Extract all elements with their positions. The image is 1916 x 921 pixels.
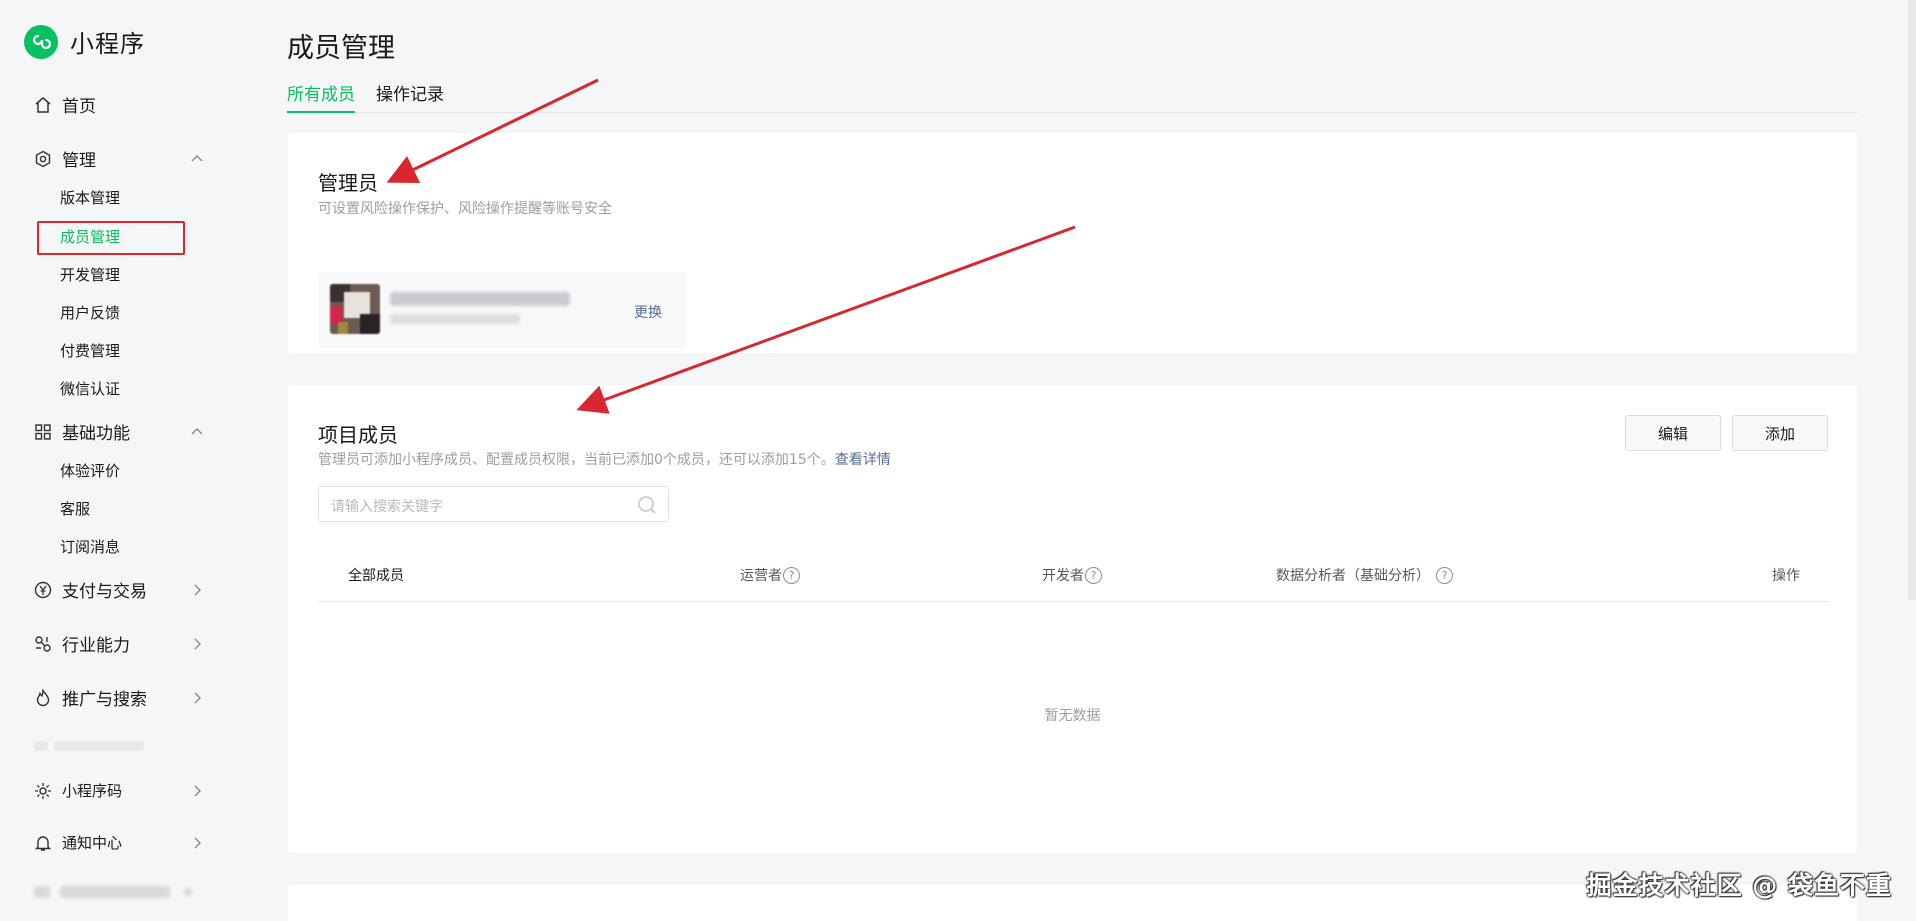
sidebar-item-label: 管理 xyxy=(62,151,96,171)
sidebar-item-members[interactable]: 成员管理 xyxy=(60,226,120,247)
search-icon[interactable] xyxy=(636,494,658,516)
admin-desc: 可设置风险操作保护、风险操作提醒等账号安全 xyxy=(318,201,612,217)
sidebar-item-manage[interactable]: 管理 xyxy=(34,146,204,171)
tab-bar: 所有成员 操作记录 xyxy=(287,84,1857,113)
members-desc: 管理员可添加小程序成员、配置成员权限，当前已添加0个成员，还可以添加15个。查看… xyxy=(318,449,891,469)
sidebar-item-review[interactable]: 体验评价 xyxy=(60,460,120,481)
column-label: 数据分析者（基础分析） xyxy=(1276,568,1430,584)
tab-operation-log[interactable]: 操作记录 xyxy=(376,84,444,113)
scrollbar[interactable] xyxy=(1908,0,1916,600)
sidebar-item-label: 推广与搜索 xyxy=(62,690,147,710)
sidebar-item-promo[interactable]: 推广与搜索 xyxy=(34,685,204,710)
change-admin-link[interactable]: 更换 xyxy=(634,302,662,322)
chevron-right-icon[interactable] xyxy=(190,691,204,705)
avatar xyxy=(34,886,50,898)
home-icon xyxy=(34,96,52,114)
sidebar-item-label: 首页 xyxy=(62,97,96,117)
column-operator: 运营者? xyxy=(740,565,800,585)
sidebar-item-label: 通知中心 xyxy=(62,834,123,852)
column-analyst: 数据分析者（基础分析）? xyxy=(1276,565,1453,585)
help-icon[interactable]: ? xyxy=(1085,566,1102,584)
help-icon[interactable]: ? xyxy=(783,566,800,584)
sidebar-item-verify[interactable]: 微信认证 xyxy=(60,378,120,399)
chevron-right-icon[interactable] xyxy=(190,836,204,850)
chevron-right-icon[interactable] xyxy=(190,784,204,798)
sidebar-item-home[interactable]: 首页 xyxy=(34,92,204,117)
empty-state: 暂无数据 xyxy=(1044,708,1101,724)
help-icon[interactable]: ? xyxy=(1436,566,1453,584)
gear-icon xyxy=(34,150,52,168)
view-details-link[interactable]: 查看详情 xyxy=(835,452,891,468)
edit-button[interactable]: 编辑 xyxy=(1625,415,1721,451)
members-desc-text: 管理员可添加小程序成员、配置成员权限，当前已添加0个成员，还可以添加15个。 xyxy=(318,452,835,468)
sun-icon xyxy=(34,782,52,800)
table-header: 全部成员 运营者? 开发者? 数据分析者（基础分析）? 操作 xyxy=(318,545,1830,602)
sidebar-item-version[interactable]: 版本管理 xyxy=(60,187,120,208)
admin-name xyxy=(390,292,570,306)
faded-menu-item xyxy=(34,736,184,751)
column-label: 运营者 xyxy=(740,568,782,584)
search-placeholder: 请输入搜索关键字 xyxy=(331,499,443,515)
admin-title: 管理员 xyxy=(318,171,378,195)
sidebar-item-feedback[interactable]: 用户反馈 xyxy=(60,302,120,323)
watermark: 掘金技术社区 @ 袋鱼不重 xyxy=(1586,871,1892,900)
sidebar-item-service[interactable]: 客服 xyxy=(60,498,90,519)
sidebar-item-basic[interactable]: 基础功能 xyxy=(34,419,204,444)
tab-all-members[interactable]: 所有成员 xyxy=(287,84,355,113)
chevron-up-icon[interactable] xyxy=(190,152,204,166)
column-label: 开发者 xyxy=(1042,568,1084,584)
fire-icon xyxy=(34,688,52,707)
logo-text: 小程序 xyxy=(70,30,145,58)
sidebar-item-dev[interactable]: 开发管理 xyxy=(60,264,120,285)
filter-all-members[interactable]: 全部成员 xyxy=(348,565,404,585)
sidebar-item-paid[interactable]: 付费管理 xyxy=(60,340,120,361)
sidebar-item-notify[interactable]: 通知中心 xyxy=(34,832,204,853)
yen-icon xyxy=(34,581,52,599)
account-menu[interactable] xyxy=(34,886,192,898)
sidebar-item-label: 支付与交易 xyxy=(62,582,147,602)
admin-item: 更换 xyxy=(318,272,686,348)
sidebar-item-code[interactable]: 小程序码 xyxy=(34,780,204,801)
column-developer: 开发者? xyxy=(1042,565,1102,585)
admin-card: 管理员 可设置风险操作保护、风险操作提醒等账号安全 更换 xyxy=(288,133,1857,353)
bell-icon xyxy=(34,834,52,852)
chevron-up-icon[interactable] xyxy=(190,425,204,439)
search-input[interactable]: 请输入搜索关键字 xyxy=(318,486,669,522)
grid-icon xyxy=(34,423,52,441)
page-title: 成员管理 xyxy=(287,33,395,64)
members-title: 项目成员 xyxy=(318,423,398,447)
admin-id xyxy=(390,314,520,324)
account-name xyxy=(60,886,170,898)
sidebar-item-industry[interactable]: 行业能力 xyxy=(34,631,204,656)
sidebar: 小程序 首页 管理 版本管理 成员管理 开发管理 用户反馈 付费管理 微信认证 … xyxy=(0,0,228,921)
column-actions: 操作 xyxy=(1772,565,1800,585)
chevron-right-icon[interactable] xyxy=(190,583,204,597)
sidebar-item-subscribe[interactable]: 订阅消息 xyxy=(60,536,120,557)
members-card: 项目成员 管理员可添加小程序成员、配置成员权限，当前已添加0个成员，还可以添加1… xyxy=(288,385,1857,853)
sidebar-item-pay[interactable]: 支付与交易 xyxy=(34,577,204,602)
add-button[interactable]: 添加 xyxy=(1732,415,1828,451)
sidebar-item-label: 基础功能 xyxy=(62,424,130,444)
avatar xyxy=(330,284,380,334)
industry-icon xyxy=(34,635,52,653)
mini-program-icon xyxy=(24,24,58,59)
sidebar-item-label: 小程序码 xyxy=(62,782,123,800)
column-label: 操作 xyxy=(1772,568,1800,584)
logo[interactable]: 小程序 xyxy=(24,24,145,59)
chevron-right-icon[interactable] xyxy=(190,637,204,651)
sidebar-item-label: 行业能力 xyxy=(62,636,130,656)
column-label: 全部成员 xyxy=(348,568,404,584)
account-more-icon xyxy=(184,888,192,896)
